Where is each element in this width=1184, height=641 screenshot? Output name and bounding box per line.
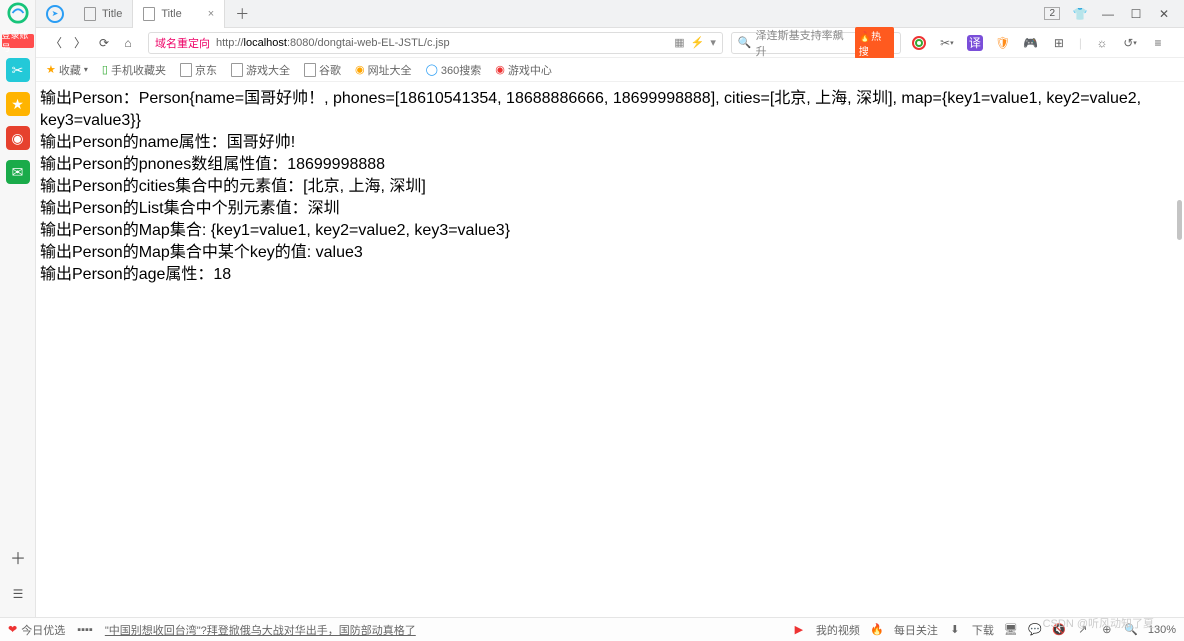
url-text: http://localhost:8080/dongtai-web-EL-JST…: [216, 37, 450, 49]
shield-icon[interactable]: 🛡: [995, 35, 1011, 51]
doc-icon: [304, 63, 316, 77]
minimize-button[interactable]: —: [1100, 7, 1116, 21]
search-placeholder: 泽连斯基支持率飙升: [756, 27, 851, 59]
output-line: 输出Person的cities集合中的元素值：[北京, 上海, 深圳]: [40, 176, 1176, 198]
address-bar[interactable]: 域名重定向 http://localhost:8080/dongtai-web-…: [148, 32, 723, 54]
game-icon[interactable]: 🎮: [1023, 35, 1039, 51]
output-line: 输出Person的name属性：国哥好帅!: [40, 132, 1176, 154]
qr-icon[interactable]: ▦: [674, 36, 684, 49]
nav-bar: 〈 〉 ⟳ ⌂ 域名重定向 http://localhost:8080/dong…: [36, 28, 1184, 58]
back-button[interactable]: 〈: [44, 34, 68, 51]
tab-count[interactable]: 2: [1044, 7, 1060, 20]
chat-icon[interactable]: 💬: [1028, 623, 1042, 636]
news-link[interactable]: "中国别想收回台湾"?拜登掀俄乌大战对华出手，国防部动真格了: [105, 622, 416, 638]
phone-icon: ▯: [102, 63, 108, 76]
bookmark-item[interactable]: ◉网址大全: [355, 62, 412, 78]
output-line: 输出Person的List集合中个别元素值：深圳: [40, 198, 1176, 220]
doc-icon: [84, 7, 96, 21]
nav-tools: ✂▾ 译 🛡 🎮 ⊞ | ☼ ↺▾ ≡: [901, 35, 1176, 51]
download-icon[interactable]: ⬇: [948, 623, 962, 636]
apps-icon[interactable]: ⊞: [1051, 35, 1067, 51]
browser-tab[interactable]: Title ×: [133, 0, 225, 28]
circle-icon[interactable]: [911, 35, 927, 51]
skin-icon[interactable]: 👕: [1072, 7, 1088, 21]
menu-icon[interactable]: ≡: [1150, 35, 1166, 51]
chevron-down-icon[interactable]: ▾: [710, 36, 716, 49]
send-icon[interactable]: ➤: [46, 5, 64, 23]
browser-logo-icon[interactable]: [7, 2, 29, 24]
theme-icon[interactable]: ☼: [1094, 35, 1110, 51]
game-icon: ◉: [495, 63, 505, 76]
scissor-icon[interactable]: ✂▾: [939, 35, 955, 51]
doc-icon: [143, 7, 155, 21]
home-button[interactable]: ⌂: [116, 36, 140, 50]
so-icon: ◯: [426, 63, 438, 76]
hot-badge: 🔥热搜: [855, 27, 894, 59]
add-icon[interactable]: ＋: [10, 545, 26, 569]
search-icon: 🔍: [738, 36, 752, 49]
doc-icon: [231, 63, 243, 77]
page-content: 输出Person：Person{name=国哥好帅！, phones=[1861…: [40, 88, 1176, 286]
fire-icon[interactable]: 🔥: [870, 623, 884, 636]
tab-label: Title: [161, 8, 181, 20]
bookmark-item[interactable]: 谷歌: [304, 62, 341, 78]
bookmark-item[interactable]: ▯手机收藏夹: [102, 62, 166, 78]
star-icon: ★: [46, 63, 56, 76]
today-label[interactable]: 今日优选: [21, 622, 65, 638]
bookmark-item[interactable]: ◉游戏中心: [495, 62, 552, 78]
doc-icon: [180, 63, 192, 77]
tab-bar: ➤ Title Title × ＋ 2 👕 — ☐ ✕: [36, 0, 1184, 28]
new-tab-button[interactable]: ＋: [225, 4, 259, 24]
url-redirect-label: 域名重定向: [149, 35, 216, 51]
close-icon[interactable]: ×: [208, 8, 214, 20]
bolt-icon[interactable]: ⚡: [691, 36, 705, 49]
pc-icon[interactable]: 🖥: [1004, 623, 1018, 636]
search-input[interactable]: 🔍 泽连斯基支持率飙升 🔥热搜: [731, 32, 901, 54]
bookmark-item[interactable]: 游戏大全: [231, 62, 290, 78]
mail-icon[interactable]: ✉: [6, 160, 30, 184]
globe-icon: ◉: [355, 63, 365, 76]
output-line: 输出Person的age属性：18: [40, 264, 1176, 286]
output-line: 输出Person的Map集合中某个key的值: value3: [40, 242, 1176, 264]
forward-button[interactable]: 〉: [68, 34, 92, 51]
star-icon[interactable]: ★: [6, 92, 30, 116]
status-bar: ❤ 今日优选 ▪▪▪▪ "中国别想收回台湾"?拜登掀俄乌大战对华出手，国防部动真…: [0, 617, 1184, 641]
translate-icon[interactable]: 译: [967, 35, 983, 51]
video-icon[interactable]: ▶: [792, 623, 806, 636]
login-badge[interactable]: 登录账号: [2, 34, 34, 48]
close-button[interactable]: ✕: [1156, 7, 1172, 21]
browser-tab[interactable]: Title: [74, 0, 133, 28]
reload-button[interactable]: ⟳: [92, 36, 116, 50]
output-line: 输出Person的pnones数组属性值：18699998888: [40, 154, 1176, 176]
bookmark-bar: ★收藏 ▾ ▯手机收藏夹 京东 游戏大全 谷歌 ◉网址大全 ◯360搜索 ◉游戏…: [36, 58, 1184, 82]
watermark: CSDN @听风动知了夏: [1043, 615, 1154, 631]
heart-icon: ❤: [8, 623, 17, 636]
scrollbar[interactable]: [1177, 200, 1182, 240]
bookmark-item[interactable]: ◯360搜索: [426, 62, 482, 78]
tab-label: Title: [102, 8, 122, 20]
sidebar-bottom: ＋ ☰: [0, 545, 36, 601]
output-line: 输出Person：Person{name=国哥好帅！, phones=[1861…: [40, 88, 1176, 132]
clip-icon[interactable]: ✂: [6, 58, 30, 82]
list-icon[interactable]: ☰: [13, 587, 24, 601]
output-line: 输出Person的Map集合: {key1=value1, key2=value…: [40, 220, 1176, 242]
favorites-button[interactable]: ★收藏 ▾: [46, 62, 88, 78]
maximize-button[interactable]: ☐: [1128, 7, 1144, 21]
bookmark-item[interactable]: 京东: [180, 62, 217, 78]
weibo-icon[interactable]: ◉: [6, 126, 30, 150]
history-icon[interactable]: ↺▾: [1122, 35, 1138, 51]
